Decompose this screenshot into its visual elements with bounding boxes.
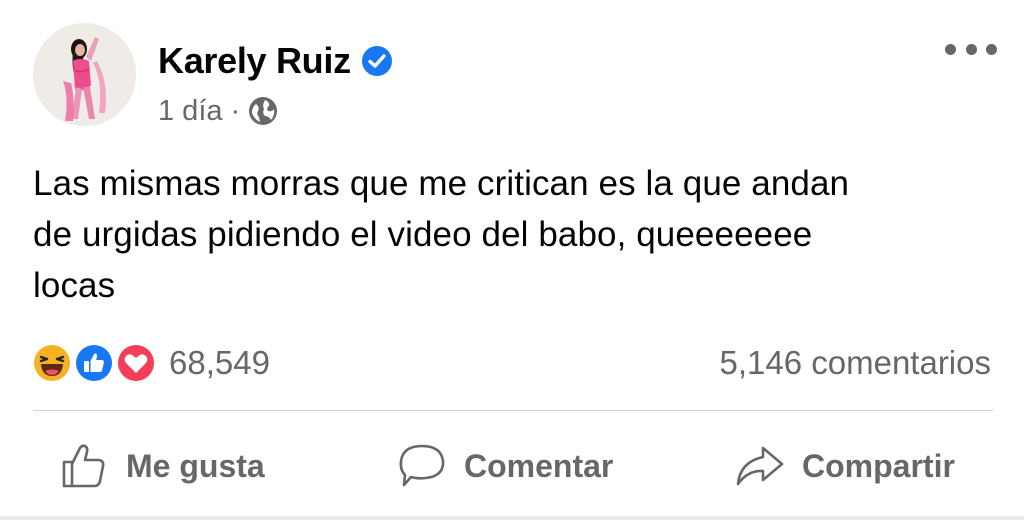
verified-badge-icon [361,45,393,77]
meta-separator: · [230,94,241,127]
post-text-line: de urgidas pidiendo el video del babo, q… [33,215,813,254]
post-bottom-edge [0,516,1024,520]
reactions-count: 68,549 [169,344,270,381]
comments-count[interactable]: 5,146 comentarios [720,340,992,386]
author-name[interactable]: Karely Ruiz [158,40,351,82]
post-actions-bar: Me gusta Comentar Compartir [0,432,1024,500]
haha-icon [32,343,72,383]
divider [33,410,993,411]
like-label: Me gusta [126,447,265,484]
like-button[interactable]: Me gusta [58,432,265,500]
share-arrow-icon [734,440,786,492]
comment-bubble-icon [396,440,448,492]
love-icon [116,343,156,383]
more-dot [965,43,977,55]
more-dot [986,43,997,55]
like-icon [74,343,114,383]
comment-button[interactable]: Comentar [396,432,613,500]
reaction-icons [31,340,161,386]
post-text-line: locas [33,266,116,305]
share-button[interactable]: Compartir [734,432,955,500]
post-text-line: Las mismas morras que me critican es la … [33,164,850,203]
globe-icon [248,96,278,126]
facebook-post: Karely Ruiz 1 día · Las mismas morras qu… [0,0,1024,520]
post-timestamp[interactable]: 1 día [158,95,223,128]
avatar-image [33,23,136,126]
thumbs-up-icon [58,440,110,492]
share-label: Compartir [802,447,955,484]
more-dot [945,43,956,55]
post-text: Las mismas morras que me critican es la … [33,158,993,311]
more-options-icon[interactable] [945,38,997,60]
comment-label: Comentar [464,447,614,484]
post-meta: 1 día · [158,92,278,130]
author-header: Karely Ruiz [158,38,393,84]
reactions-summary[interactable]: 68,549 [31,340,270,386]
author-avatar[interactable] [33,23,136,126]
